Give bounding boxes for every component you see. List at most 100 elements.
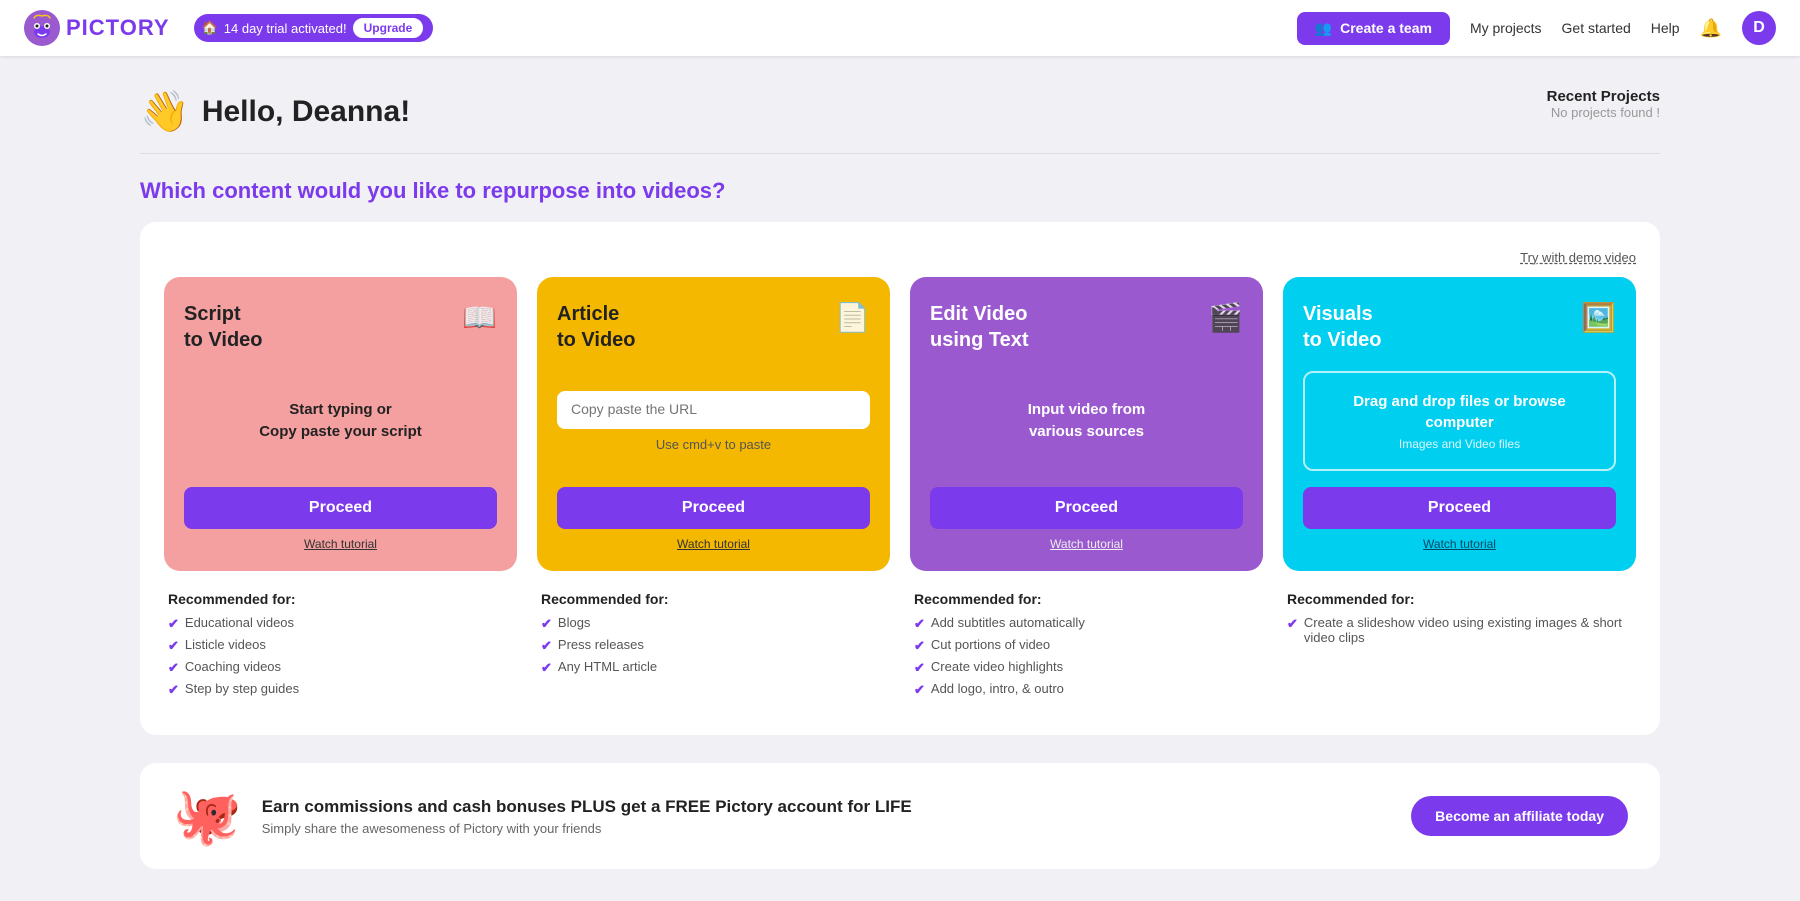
list-item: ✔ Listicle videos	[168, 637, 513, 654]
card-title-visuals: Visuals to Video	[1303, 301, 1382, 353]
check-icon: ✔	[914, 638, 925, 654]
url-input-wrapper	[557, 391, 870, 429]
cards-grid: Script to Video 📖 Start typing or Copy p…	[164, 277, 1636, 571]
check-icon: ✔	[541, 660, 552, 676]
check-icon: ✔	[914, 616, 925, 632]
people-icon: 👥	[1315, 20, 1332, 37]
affiliate-main-text: Earn commissions and cash bonuses PLUS g…	[262, 797, 1391, 817]
demo-link-row: Try with demo video	[164, 250, 1636, 265]
check-icon: ✔	[168, 638, 179, 654]
script-icon: 📖	[462, 301, 497, 334]
check-icon: ✔	[914, 682, 925, 698]
check-icon: ✔	[541, 638, 552, 654]
header: PICTORY 🏠 14 day trial activated! Upgrad…	[0, 0, 1800, 56]
recommended-col-3: Recommended for: ✔ Create a slideshow vi…	[1283, 591, 1636, 703]
card-edit-video: Edit Video using Text 🎬 Input video from…	[910, 277, 1263, 571]
top-row: 👋 Hello, Deanna! Recent Projects No proj…	[140, 88, 1660, 135]
affiliate-sub-text: Simply share the awesomeness of Pictory …	[262, 821, 1391, 836]
nav-get-started[interactable]: Get started	[1562, 20, 1631, 36]
card-body-edit: Input video from various sources	[930, 371, 1243, 471]
recommended-col-0: Recommended for: ✔ Educational videos ✔ …	[164, 591, 517, 703]
card-header-article: Article to Video 📄	[557, 301, 870, 353]
card-body-article: Use cmd+v to paste	[557, 371, 870, 471]
section-question: Which content would you like to repurpos…	[140, 178, 1660, 204]
proceed-button-visuals[interactable]: Proceed	[1303, 487, 1616, 529]
card-header-edit: Edit Video using Text 🎬	[930, 301, 1243, 353]
trial-text: 14 day trial activated!	[224, 21, 347, 36]
trial-badge: 🏠 14 day trial activated! Upgrade	[194, 14, 434, 42]
recommended-title-3: Recommended for:	[1287, 591, 1632, 607]
card-visuals-to-video: Visuals to Video 🖼️ Drag and drop files …	[1283, 277, 1636, 571]
avatar[interactable]: D	[1742, 11, 1776, 45]
list-item: ✔ Blogs	[541, 615, 886, 632]
script-placeholder: Start typing or Copy paste your script	[259, 399, 422, 444]
recommended-title-1: Recommended for:	[541, 591, 886, 607]
proceed-button-article[interactable]: Proceed	[557, 487, 870, 529]
check-icon: ✔	[914, 660, 925, 676]
recent-projects-panel: Recent Projects No projects found !	[1547, 88, 1660, 120]
url-input[interactable]	[571, 401, 856, 417]
recommended-col-2: Recommended for: ✔ Add subtitles automat…	[910, 591, 1263, 703]
card-header: Script to Video 📖	[184, 301, 497, 353]
proceed-button-edit[interactable]: Proceed	[930, 487, 1243, 529]
wave-emoji: 👋	[140, 88, 190, 135]
watch-tutorial-visuals[interactable]: Watch tutorial	[1303, 537, 1616, 551]
list-item: ✔ Coaching videos	[168, 659, 513, 676]
watch-tutorial-script[interactable]: Watch tutorial	[184, 537, 497, 551]
list-item: ✔ Any HTML article	[541, 659, 886, 676]
list-item: ✔ Create video highlights	[914, 659, 1259, 676]
demo-link[interactable]: Try with demo video	[1520, 250, 1636, 265]
recommended-title-0: Recommended for:	[168, 591, 513, 607]
drop-zone-main-text: Drag and drop files or browse computer	[1319, 391, 1600, 433]
edit-video-desc: Input video from various sources	[1028, 399, 1146, 444]
card-title-article: Article to Video	[557, 301, 636, 353]
visuals-icon: 🖼️	[1581, 301, 1616, 334]
list-item: ✔ Educational videos	[168, 615, 513, 632]
list-item: ✔ Add logo, intro, & outro	[914, 681, 1259, 698]
card-body-script: Start typing or Copy paste your script	[184, 371, 497, 471]
main-content: 👋 Hello, Deanna! Recent Projects No proj…	[100, 56, 1700, 901]
article-icon: 📄	[835, 301, 870, 334]
home-icon: 🏠	[202, 20, 218, 36]
divider	[140, 153, 1660, 154]
logo: PICTORY	[24, 10, 170, 46]
proceed-button-script[interactable]: Proceed	[184, 487, 497, 529]
logo-icon	[24, 10, 60, 46]
check-icon: ✔	[541, 616, 552, 632]
watch-tutorial-article[interactable]: Watch tutorial	[557, 537, 870, 551]
create-team-button[interactable]: 👥 Create a team	[1297, 12, 1450, 45]
header-right: 👥 Create a team My projects Get started …	[1297, 11, 1776, 45]
list-item: ✔ Add subtitles automatically	[914, 615, 1259, 632]
nav-help[interactable]: Help	[1651, 20, 1680, 36]
affiliate-button[interactable]: Become an affiliate today	[1411, 796, 1628, 836]
watch-tutorial-edit[interactable]: Watch tutorial	[930, 537, 1243, 551]
affiliate-mascot: 🐙	[172, 783, 242, 849]
list-item: ✔ Create a slideshow video using existin…	[1287, 615, 1632, 645]
affiliate-text: Earn commissions and cash bonuses PLUS g…	[262, 797, 1391, 836]
check-icon: ✔	[168, 682, 179, 698]
bell-icon[interactable]: 🔔	[1700, 18, 1722, 39]
check-icon: ✔	[168, 660, 179, 676]
card-article-to-video: Article to Video 📄 Use cmd+v to paste Pr…	[537, 277, 890, 571]
drop-zone[interactable]: Drag and drop files or browse computer I…	[1303, 371, 1616, 471]
list-item: ✔ Cut portions of video	[914, 637, 1259, 654]
recommended-grid: Recommended for: ✔ Educational videos ✔ …	[164, 591, 1636, 703]
edit-video-icon: 🎬	[1208, 301, 1243, 334]
drop-zone-sub-text: Images and Video files	[1319, 437, 1600, 451]
card-script-to-video: Script to Video 📖 Start typing or Copy p…	[164, 277, 517, 571]
list-item: ✔ Step by step guides	[168, 681, 513, 698]
recommended-title-2: Recommended for:	[914, 591, 1259, 607]
check-icon: ✔	[1287, 616, 1298, 632]
cards-wrapper: Try with demo video Script to Video 📖 St…	[140, 222, 1660, 735]
greeting-text: Hello, Deanna!	[202, 95, 410, 129]
check-icon: ✔	[168, 616, 179, 632]
list-item: ✔ Press releases	[541, 637, 886, 654]
recent-projects-title: Recent Projects	[1547, 88, 1660, 105]
no-projects-status: No projects found !	[1547, 105, 1660, 120]
greeting-area: 👋 Hello, Deanna!	[140, 88, 410, 135]
card-header-visuals: Visuals to Video 🖼️	[1303, 301, 1616, 353]
card-body-visuals: Drag and drop files or browse computer I…	[1303, 371, 1616, 471]
upgrade-button[interactable]: Upgrade	[353, 18, 424, 38]
nav-my-projects[interactable]: My projects	[1470, 20, 1542, 36]
card-title-script: Script to Video	[184, 301, 263, 353]
